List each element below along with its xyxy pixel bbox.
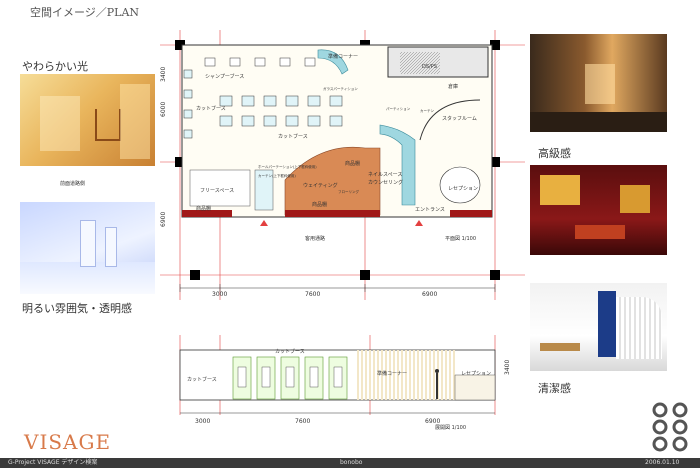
room-staff: スタッフルーム [442,115,477,122]
footer-left: G-Project VISAGE デザイン検案 [8,459,98,466]
plan-side-dim-1: 3400 [160,67,167,82]
room-goods-2: 商品棚 [345,160,360,167]
room-cut-2: カットブース [278,133,308,140]
elev-dim-1: 3000 [195,418,210,425]
footer-center: bonobo [340,459,363,466]
room-reception: レセプション [448,186,478,192]
plan-dim-3: 6900 [422,291,437,298]
photo-caption-clean: 清潔感 [538,382,571,395]
elev-reception: レセプション [461,371,491,377]
room-counsel: カウンセリング [368,179,403,186]
elevation-drawing: 3000 7600 6900 3400 カットブース カットブース 準備コーナー… [179,335,511,425]
room-ds-ps: DS/PS [422,64,437,70]
label-sub1: ホールパーテーション(上下框枠使用) [258,164,317,169]
room-free: フリースペース [200,188,234,194]
room-nail: ネイルスペース [368,172,402,178]
label-sub2: カーテン(上下框枠使用) [258,173,296,178]
room-entrance: エントランス [415,207,445,213]
photo-soft-light [20,74,155,166]
page-title: 空間イメージ／PLAN [30,6,140,19]
room-goods-1: 商品棚 [196,205,211,212]
plan-dim-2: 7600 [305,291,320,298]
room-goods-3: 商品棚 [312,201,327,208]
footer-bar: G-Project VISAGE デザイン検案 bonobo 2006.01.1… [0,458,700,468]
elev-prep: 準備コーナー [377,370,407,377]
photo-caption-front-road: 前面道路側 [60,181,86,187]
label-curtain: カーテン [420,108,434,113]
photo-luxury-corridor [530,34,667,132]
elev-cut-left: カットブース [187,376,217,383]
footer-right: 2006.01.10 [645,459,680,466]
label-flooring: フローリング [338,189,359,194]
label-partition: パーティション [386,106,411,111]
photo-caption-bright-clear: 明るい雰囲気・透明感 [22,302,132,315]
plan-scale: 平面図 1/100 [445,236,476,242]
elevation-scale: 展開図 1/100 [435,425,466,431]
photo-bright-clear [20,202,155,294]
label-glass: ガラスパーティション [323,86,358,91]
room-cut-1: カットブース [196,105,226,112]
floor-plan: 3000 7600 6900 3400 6000 6900 シャンプーブース 準… [160,30,525,300]
room-road: 客用通路 [305,235,325,242]
elev-dim-2: 7600 [295,418,310,425]
visage-logo: VISAGE [24,430,112,454]
plan-dim-1: 3000 [212,291,227,298]
room-storage: 倉庫 [448,83,458,90]
plan-side-dim-3: 6900 [160,212,167,227]
photo-clean-salon [530,283,667,371]
elev-height: 3400 [504,360,511,375]
photo-caption-soft-light: やわらかい光 [22,60,88,73]
plan-side-dim-2: 6000 [160,102,167,117]
room-waiting: ウェイティング [303,182,338,189]
room-shampoo: シャンプーブース [205,73,244,80]
elev-cut-top: カットブース [275,348,305,355]
photo-luxury-lounge [530,165,667,255]
bonobo-logo-icon [652,402,688,452]
photo-caption-luxury: 高級感 [538,147,571,160]
room-prep: 準備コーナー [328,53,358,60]
